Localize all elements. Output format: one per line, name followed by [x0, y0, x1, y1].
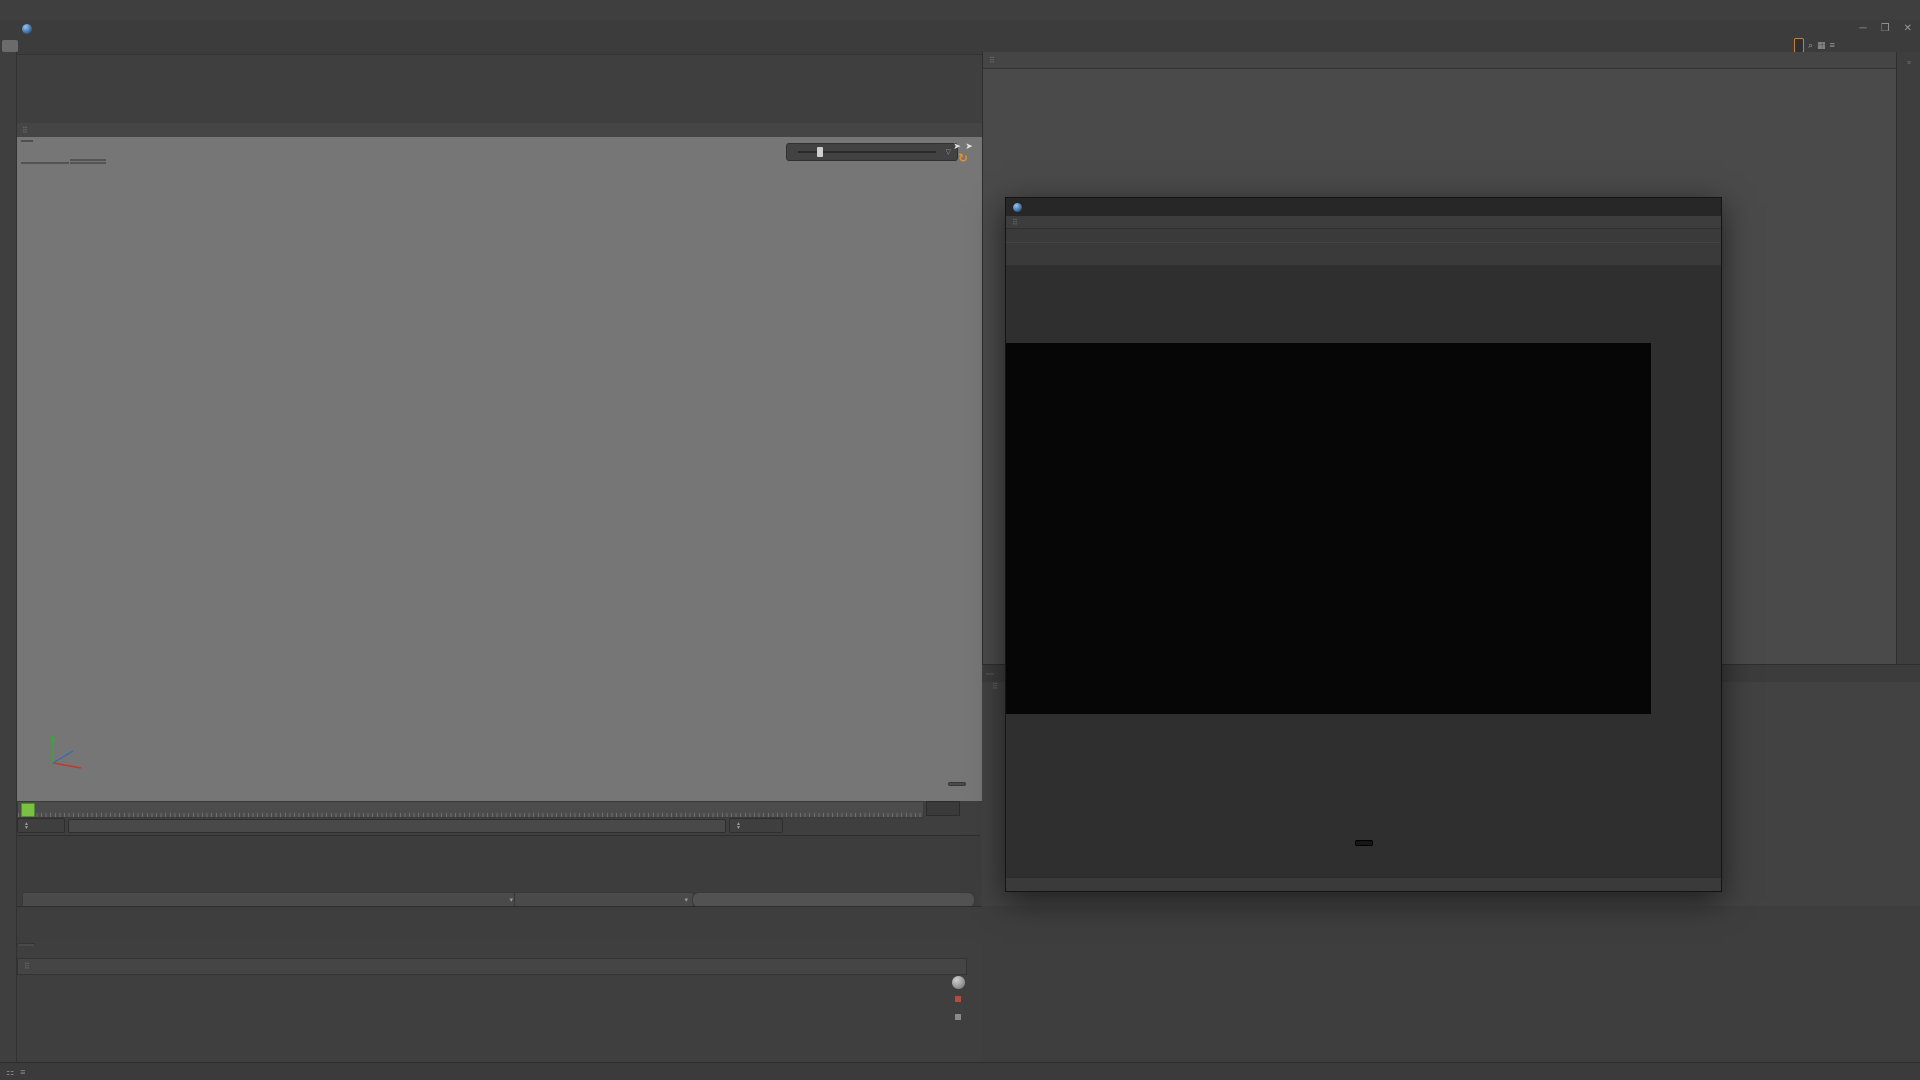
close-icon[interactable]: ✕ — [1904, 23, 1912, 34]
renderview-toolbar-handle: ⠿ — [1006, 216, 1721, 229]
redshift-renderview-window: ─ ❐ ✕ ⠿ — [1005, 197, 1722, 892]
frame-start-field[interactable]: ▲ ▼ — [17, 818, 65, 833]
renderview-bottom-bar — [1006, 877, 1721, 891]
list-status-icon: ≡ — [20, 1067, 26, 1077]
drag-handle-icon[interactable]: ⠿ — [989, 56, 995, 65]
dock-empty-area — [982, 906, 1920, 1062]
spinner-icon[interactable]: ▲ ▼ — [24, 821, 29, 830]
red-square-icon[interactable] — [955, 996, 961, 1002]
app-logo-icon — [2, 39, 18, 52]
current-frame-box[interactable] — [926, 801, 960, 816]
minimize-icon[interactable]: ─ — [1860, 23, 1867, 34]
drag-handle-icon[interactable]: ⠿ — [992, 682, 998, 691]
renderview-menubar — [1006, 229, 1721, 242]
materials-side-icons — [948, 976, 968, 1025]
timeline-range-slider[interactable] — [68, 818, 726, 833]
search-icon[interactable]: ⌕ — [1808, 40, 1813, 51]
cursor-icon-2[interactable]: ➤ — [965, 141, 973, 151]
speed-track[interactable] — [798, 147, 936, 157]
app-icon — [22, 23, 32, 34]
speed-slider[interactable]: ▽ — [786, 143, 958, 161]
redshift-icon — [1013, 202, 1022, 212]
right-dock-strip: ▫ — [1896, 52, 1920, 664]
transport-bar: ▲ ▼ ▲ ▼ — [17, 818, 980, 833]
viewport-menubar: ⠿ — [16, 123, 982, 138]
stats-objects-value — [70, 162, 106, 164]
timeline-playhead[interactable] — [21, 803, 35, 817]
timeline-ruler[interactable] — [17, 801, 924, 818]
rendered-engine — [1006, 343, 1651, 714]
speed-handle[interactable] — [817, 147, 824, 157]
stats-objects-label — [21, 162, 69, 164]
coordinates-panel: ▾ ▾ — [17, 835, 980, 908]
grid-status-icon: ⚏ — [6, 1066, 15, 1077]
main-titlebar[interactable]: ─ ❐ ✕ — [0, 20, 1920, 37]
materials-menubar: ⠿ — [17, 958, 967, 975]
grid-spacing-label — [948, 782, 966, 786]
viewport-engine-model — [17, 137, 982, 801]
rotate-view-icon[interactable]: ↻ — [958, 151, 968, 165]
drag-handle-icon[interactable]: ⠿ — [1012, 218, 1018, 227]
dock-icon[interactable]: ▫ — [1907, 57, 1910, 67]
viewport-nav-icons: ➤ ➤ ↻ — [946, 139, 980, 164]
rendered-image — [1006, 343, 1651, 714]
attribute-manager-tab[interactable] — [986, 672, 994, 675]
window-controls: ─ ❐ ✕ — [1860, 20, 1912, 37]
viewport-statistics — [21, 158, 106, 164]
frame-end-field[interactable]: ▲ ▼ — [729, 818, 783, 833]
materials-tab[interactable] — [17, 943, 35, 946]
layout-select[interactable] — [1794, 37, 1804, 53]
menu-icon[interactable]: ≡ — [1830, 40, 1835, 50]
layout-switcher: ⌕ ▦ ≡ — [1790, 37, 1920, 53]
renderview-canvas[interactable] — [1006, 265, 1721, 877]
cinema4d-application: ─ ❐ ✕ ⌕ ▦ ≡ ⠿ ▽ ➤ ➤ ↻ ▲ ▼ ▲ ▼ ▾ ▾ ⠿ ⚏ ≡ … — [0, 0, 1920, 1080]
renderview-titlebar[interactable]: ─ ❐ ✕ — [1006, 198, 1721, 410]
spinner-icon[interactable]: ▲ ▼ — [736, 821, 741, 830]
status-bar: ⚏ ≡ — [0, 1062, 1920, 1080]
grid-icon[interactable]: ▦ — [1817, 40, 1826, 51]
stats-total-label — [70, 159, 106, 161]
material-manager: ⠿ — [0, 942, 982, 1062]
gray-square-icon[interactable] — [955, 1014, 961, 1020]
render-status-text — [1354, 840, 1373, 846]
perspective-viewport[interactable]: ▽ ➤ ➤ ↻ — [17, 137, 982, 801]
drag-handle-icon[interactable]: ⠿ — [22, 126, 28, 135]
maximize-icon[interactable]: ❐ — [1881, 23, 1890, 34]
axis-gizmo — [50, 735, 82, 769]
material-preview-icon[interactable] — [951, 976, 965, 989]
cursor-icon[interactable]: ➤ — [953, 141, 961, 151]
left-tool-strip — [0, 52, 17, 1062]
viewport-view-label[interactable] — [21, 140, 33, 142]
object-manager-menubar: ⠿ — [983, 52, 1920, 69]
drag-handle-icon[interactable]: ⠿ — [24, 962, 30, 971]
